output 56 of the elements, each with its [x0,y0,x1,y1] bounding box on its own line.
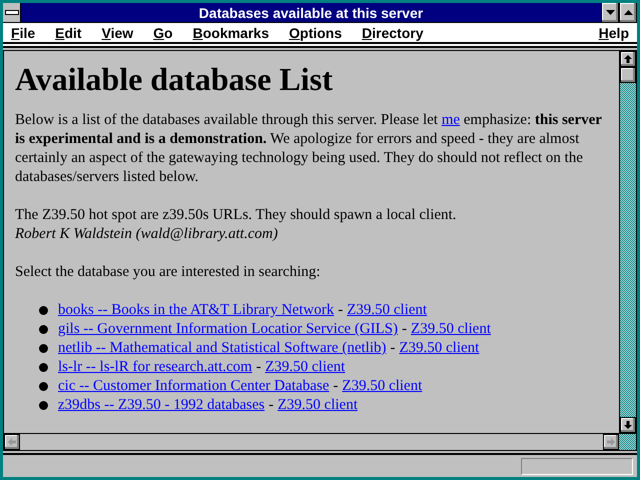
menu-item[interactable]: Directory [362,24,444,40]
maximize-button[interactable] [619,3,637,22]
bullet-icon [39,401,48,410]
client-link[interactable]: Z39.50 client [265,358,346,377]
page-heading: Available database List [15,61,334,97]
dash-text: - [268,396,274,415]
client-link[interactable]: Z39.50 client [410,320,491,339]
database-link[interactable]: gils -- Government Information Locatior Service (GILS) [58,320,398,339]
menu-item[interactable]: Options [289,24,362,40]
scrollbar-corner [619,434,636,450]
bullet-icon [39,325,48,334]
down-arrow-icon [624,421,632,429]
dash-text: - [402,320,407,339]
me-link[interactable]: me [442,112,460,128]
bullet-icon [39,306,48,315]
scroll-up-button[interactable] [620,51,636,67]
horizontal-scrollbar[interactable] [4,433,636,450]
left-arrow-icon [8,438,16,446]
window-title: Databases available at this server [198,4,424,20]
help-menu[interactable]: Help [598,24,629,40]
menu-item[interactable]: Bookmarks [192,24,289,40]
menu-item[interactable]: File [11,24,56,40]
bullet-icon [39,363,48,372]
scroll-down-button[interactable] [620,417,636,433]
client-link[interactable]: Z39.50 client [346,301,427,320]
dash-text: - [390,339,396,358]
minimize-button[interactable] [601,3,619,22]
up-triangle-icon [624,10,632,15]
author-text: Robert K Waldstein (wald@library.att.com) [15,225,279,244]
dash-text: - [256,358,262,377]
down-triangle-icon [606,10,614,15]
menu-item[interactable]: Go [153,24,193,40]
up-arrow-icon [624,55,632,63]
prompt-text: Select the database you are interested in searching: [15,263,322,282]
scroll-right-button[interactable] [603,434,619,450]
intro-paragraph: Below is a list of the databases available through this server. Please let me emphasize: this server is experimental and is a demonstration. We apologize for errors and speed - they are almost certainly an aspect of the gatewaying technology being used. They do should not reflect on the databases/servers listed below. [15,111,603,187]
right-arrow-icon [607,438,615,446]
dash-text: - [333,377,338,396]
client-link[interactable]: Z39.50 client [278,396,358,415]
dash-text: - [338,301,343,320]
database-link[interactable]: cic -- Customer Information Center Database [58,377,330,396]
vertical-scrollbar[interactable] [619,51,636,433]
menu-item[interactable]: View [102,24,154,40]
scroll-left-button[interactable] [4,434,20,450]
database-link[interactable]: ls-lr -- ls-lR for research.att.com [58,358,252,377]
system-menu-button[interactable] [3,3,21,22]
database-link[interactable]: z39dbs -- Z39.50 - 1992 databases [58,396,265,415]
menu-item[interactable]: Edit [55,24,102,40]
bullet-icon [39,382,48,391]
note-text: The Z39.50 hot spot are z39.50s URLs. They should spawn a local client. [15,206,458,225]
database-link[interactable]: netlib -- Mathematical and Statistical Software (netlib) [58,339,386,358]
client-link[interactable]: Z39.50 client [399,339,480,358]
client-link[interactable]: Z39.50 client [342,377,422,396]
scroll-thumb[interactable] [620,67,636,83]
bullet-icon [39,344,48,353]
database-link[interactable]: books -- Books in the AT&T Library Network [58,301,334,320]
